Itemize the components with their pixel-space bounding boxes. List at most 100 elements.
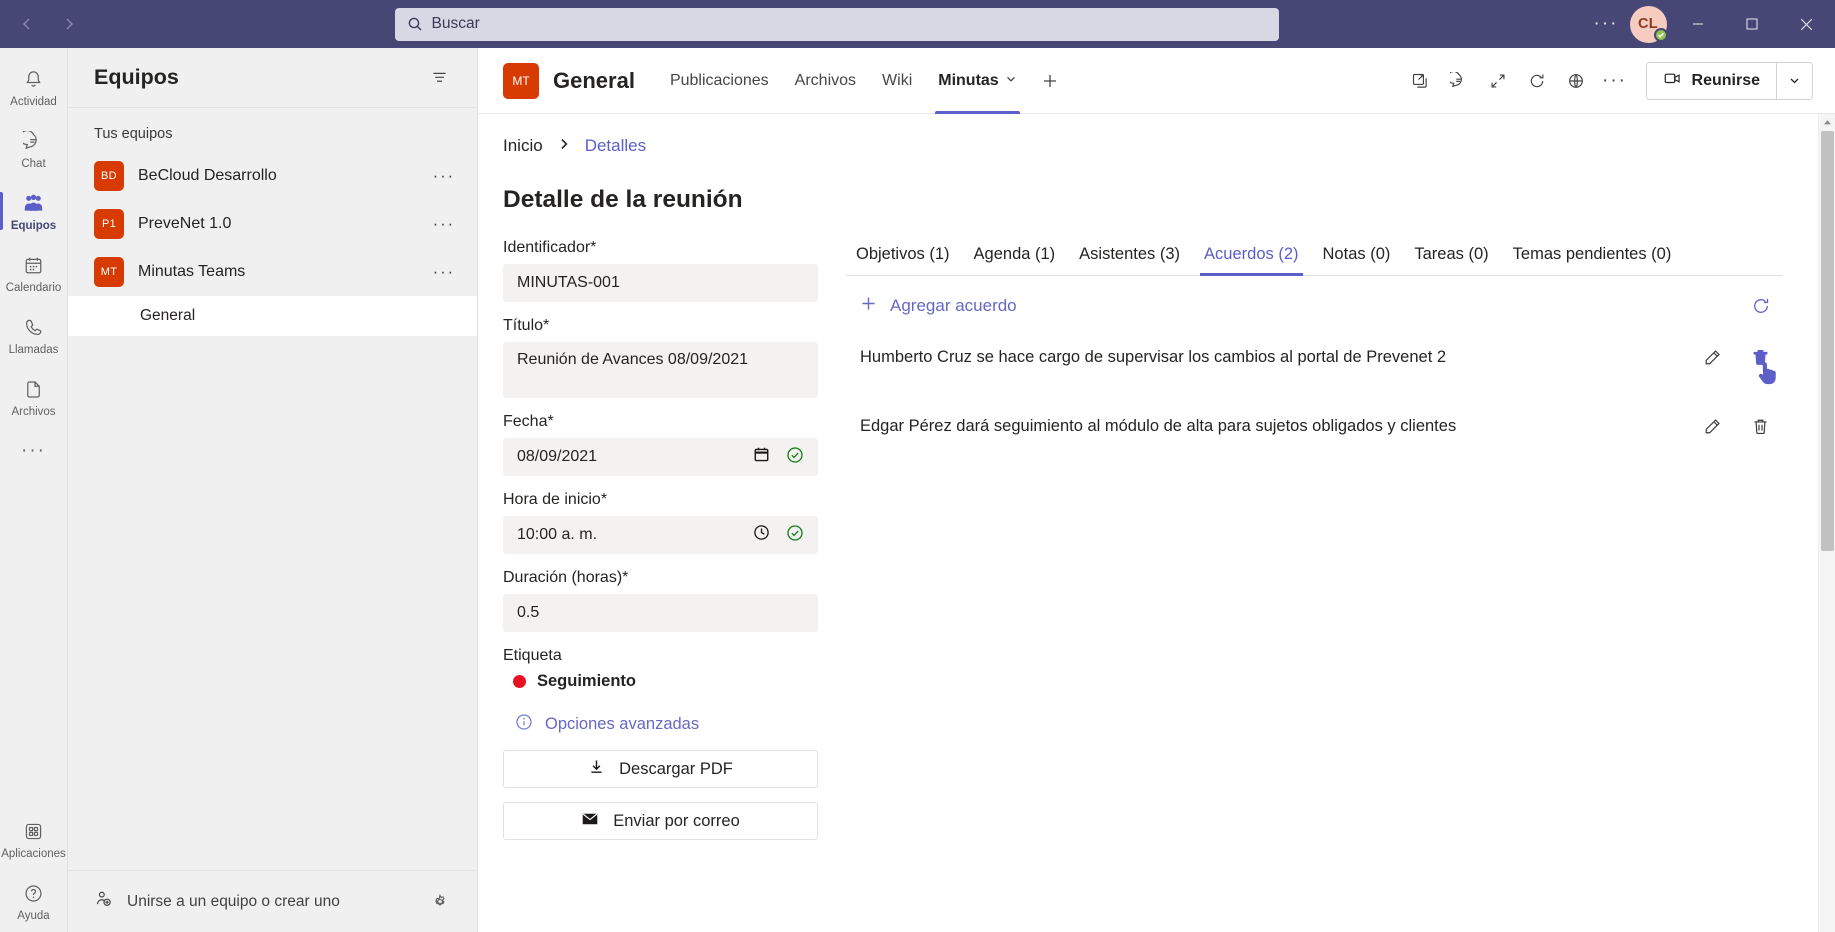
team-row[interactable]: P1 PreveNet 1.0 ··· — [68, 200, 477, 248]
trash-icon[interactable] — [1742, 340, 1778, 385]
filter-icon[interactable] — [423, 62, 455, 94]
rail-item-ayuda[interactable]: Ayuda — [0, 870, 68, 932]
tab-wiki[interactable]: Wiki — [869, 48, 925, 114]
teams-panel-footer: Unirse a un equipo o crear uno — [68, 870, 477, 932]
tab-publicaciones[interactable]: Publicaciones — [657, 48, 782, 114]
identificador-input[interactable]: MINUTAS-001 — [503, 264, 818, 302]
content-scroll-region: Inicio Detalles Detalle de la reunión Id… — [478, 114, 1818, 932]
team-name: BeCloud Desarrollo — [138, 167, 277, 184]
send-email-label: Enviar por correo — [613, 811, 740, 830]
join-or-create-team-button[interactable]: Unirse a un equipo o crear uno — [94, 889, 340, 914]
duracion-value: 0.5 — [517, 604, 540, 621]
file-icon — [23, 377, 44, 403]
scrollbar-track[interactable] — [1819, 131, 1835, 932]
title-bar: Buscar ··· CL — [0, 0, 1835, 48]
refresh-icon[interactable] — [1744, 289, 1778, 323]
tab-label: Minutas — [938, 71, 999, 89]
tab-tareas[interactable]: Tareas (0) — [1404, 239, 1498, 275]
conversation-icon[interactable] — [1441, 63, 1477, 99]
presence-available-icon — [1654, 28, 1668, 42]
pencil-icon[interactable] — [1694, 340, 1730, 374]
advanced-options-link[interactable]: Opciones avanzadas — [515, 713, 818, 736]
rail-item-chat[interactable]: Chat — [0, 118, 68, 180]
team-more-button[interactable]: ··· — [433, 262, 455, 282]
add-tab-button[interactable] — [1030, 48, 1070, 114]
expand-icon[interactable] — [1480, 63, 1516, 99]
download-icon — [588, 758, 605, 780]
hora-input[interactable]: 10:00 a. m. — [503, 516, 818, 554]
fecha-label: Fecha* — [503, 413, 554, 430]
open-in-new-window-icon[interactable] — [1402, 63, 1438, 99]
caret-up-icon[interactable] — [1819, 114, 1835, 131]
identificador-label: Identificador* — [503, 239, 597, 256]
channel-row-general[interactable]: General — [68, 296, 477, 336]
rail-label: Llamadas — [8, 343, 59, 356]
close-button[interactable] — [1779, 0, 1833, 48]
titulo-input[interactable]: Reunión de Avances 08/09/2021 — [503, 342, 818, 398]
gear-icon[interactable] — [425, 887, 455, 917]
tab-agenda[interactable]: Agenda (1) — [964, 239, 1066, 275]
pencil-icon[interactable] — [1694, 409, 1730, 443]
tab-temas-pendientes[interactable]: Temas pendientes (0) — [1503, 239, 1682, 275]
team-more-button[interactable]: ··· — [433, 214, 455, 234]
minimize-button[interactable] — [1671, 0, 1725, 48]
etiqueta-color-dot-icon — [513, 675, 526, 688]
rail-label: Equipos — [10, 219, 57, 232]
tab-asistentes[interactable]: Asistentes (3) — [1069, 239, 1190, 275]
team-row[interactable]: MT Minutas Teams ··· — [68, 248, 477, 296]
tab-objetivos[interactable]: Objetivos (1) — [846, 239, 960, 275]
tab-archivos[interactable]: Archivos — [782, 48, 869, 114]
search-input[interactable]: Buscar — [394, 7, 1279, 41]
rail-item-archivos[interactable]: Archivos — [0, 366, 68, 428]
rail-label: Aplicaciones — [1, 847, 66, 860]
vertical-scrollbar[interactable] — [1818, 114, 1835, 932]
trash-icon[interactable] — [1742, 409, 1778, 443]
meet-button[interactable]: Reunirse — [1646, 62, 1776, 99]
main-area: MT General Publicaciones Archivos Wiki M… — [478, 48, 1835, 932]
detail-toolbar: Agregar acuerdo — [846, 276, 1782, 323]
team-row[interactable]: BD BeCloud Desarrollo ··· — [68, 152, 477, 200]
team-more-button[interactable]: ··· — [433, 166, 455, 186]
fecha-input[interactable]: 08/09/2021 — [503, 438, 818, 476]
titlebar-more-button[interactable]: ··· — [1587, 5, 1625, 43]
clock-icon[interactable] — [753, 524, 770, 546]
send-email-button[interactable]: Enviar por correo — [503, 802, 818, 840]
refresh-icon[interactable] — [1519, 63, 1555, 99]
tab-minutas[interactable]: Minutas — [925, 48, 1029, 114]
detail-tabs: Objetivos (1) Agenda (1) Asistentes (3) … — [846, 239, 1782, 276]
breadcrumb-detalles[interactable]: Detalles — [585, 136, 646, 156]
teams-panel: Equipos Tus equipos BD BeCloud Desarroll… — [68, 48, 478, 932]
agreement-text: Humberto Cruz se hace cargo de supervisa… — [860, 347, 1447, 366]
rail-item-aplicaciones[interactable]: Aplicaciones — [0, 808, 68, 870]
add-agreement-button[interactable]: Agregar acuerdo — [860, 295, 1017, 317]
rail-item-equipos[interactable]: Equipos — [0, 180, 68, 242]
rail-more-button[interactable]: ··· — [0, 428, 68, 474]
tab-notas[interactable]: Notas (0) — [1313, 239, 1401, 275]
rail-item-actividad[interactable]: Actividad — [0, 56, 68, 118]
phone-icon — [23, 315, 44, 341]
join-or-create-team-label: Unirse a un equipo o crear uno — [127, 892, 340, 910]
video-camera-icon — [1663, 69, 1682, 93]
download-pdf-button[interactable]: Descargar PDF — [503, 750, 818, 788]
channel-tabs: Publicaciones Archivos Wiki Minutas — [657, 48, 1070, 114]
maximize-button[interactable] — [1725, 0, 1779, 48]
forward-button[interactable] — [52, 7, 86, 41]
calendar-icon[interactable] — [753, 446, 770, 468]
scrollbar-thumb[interactable] — [1820, 131, 1834, 551]
meet-dropdown-button[interactable] — [1776, 62, 1812, 99]
duracion-input[interactable]: 0.5 — [503, 594, 818, 632]
tab-label: Wiki — [882, 71, 913, 89]
channel-more-button[interactable]: ··· — [1597, 63, 1633, 99]
channel-header: MT General Publicaciones Archivos Wiki M… — [478, 48, 1835, 114]
globe-icon[interactable] — [1558, 63, 1594, 99]
add-people-icon — [94, 889, 114, 914]
breadcrumb-inicio[interactable]: Inicio — [503, 136, 543, 156]
rail-item-llamadas[interactable]: Llamadas — [0, 304, 68, 366]
chevron-down-icon[interactable] — [1005, 72, 1017, 90]
check-circle-icon — [786, 446, 804, 469]
tab-acuerdos[interactable]: Acuerdos (2) — [1194, 239, 1308, 276]
rail-item-calendario[interactable]: Calendario — [0, 242, 68, 304]
avatar[interactable]: CL — [1625, 5, 1671, 43]
back-button[interactable] — [10, 7, 44, 41]
mail-icon — [581, 810, 599, 833]
